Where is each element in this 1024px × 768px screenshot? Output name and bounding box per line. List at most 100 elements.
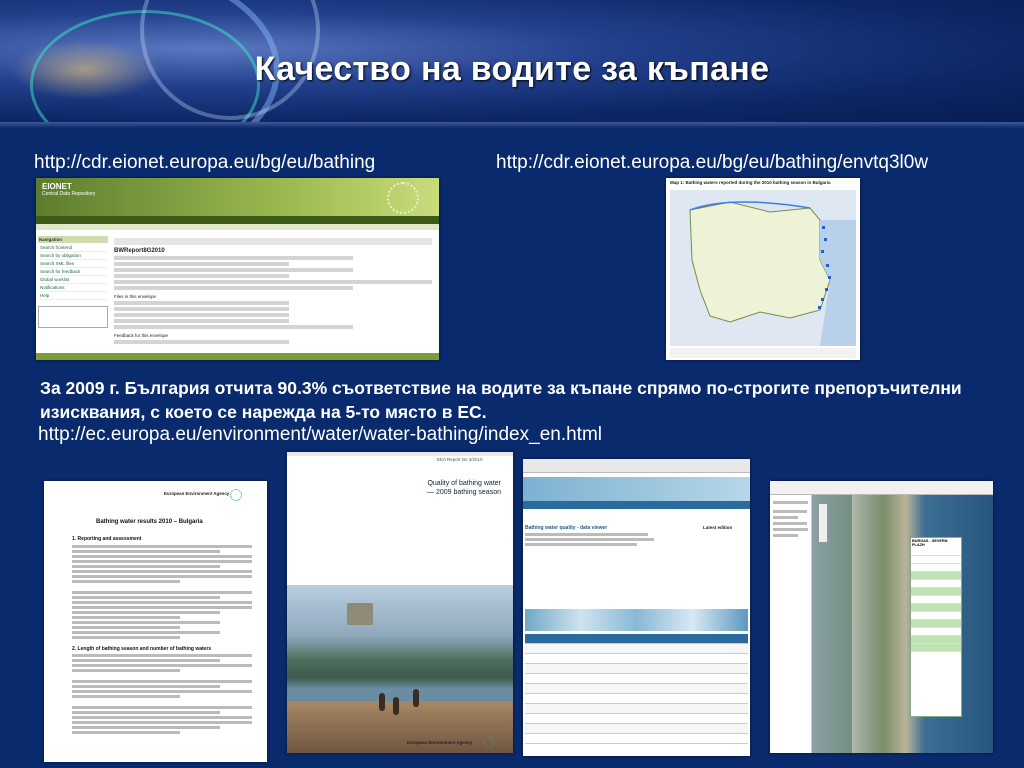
nav-item[interactable]: Notifications [38, 284, 108, 292]
text-line [72, 690, 252, 693]
nav-item[interactable]: Search for feedback [38, 268, 108, 276]
popup-row [911, 588, 961, 596]
cover-title-line1: Quality of bathing water [427, 480, 501, 487]
text-line [72, 659, 220, 662]
child-figure [393, 697, 399, 715]
text-line [114, 325, 353, 329]
table-row[interactable] [525, 714, 748, 724]
eionet-brand: EIONET [42, 182, 72, 191]
nav-heading: Navigation [38, 236, 108, 243]
text-line [72, 716, 252, 719]
table-header [525, 634, 748, 644]
text-line [72, 654, 252, 657]
agency-label: European Environment Agency [164, 491, 230, 496]
text-line [114, 280, 432, 284]
text-line [72, 595, 220, 599]
nav-item[interactable]: Search by obligation [38, 252, 108, 260]
text-line [773, 510, 807, 513]
popup-row [911, 596, 961, 604]
latest-edition-label: Latest edition [703, 525, 733, 530]
text-line [72, 664, 252, 667]
text-line [525, 543, 637, 546]
text-line [72, 610, 220, 614]
nav-item[interactable]: Search XML files [38, 260, 108, 268]
link-cdr-envelope[interactable]: http://cdr.eionet.europa.eu/bg/eu/bathin… [496, 152, 928, 174]
text-line [72, 569, 252, 573]
maps-sidebar [770, 495, 812, 753]
table-row[interactable] [525, 734, 748, 744]
bathing-website-screenshot: Bathing water quality - data viewer Late… [523, 459, 750, 756]
text-line [72, 559, 252, 563]
table-row[interactable] [525, 684, 748, 694]
text-line [72, 579, 180, 583]
table-row[interactable] [525, 664, 748, 674]
eionet-logo-icon [387, 182, 419, 214]
zoom-control[interactable] [818, 503, 828, 543]
eea-report-cover: EEA Report No 3/2010 Quality of bathing … [287, 452, 513, 753]
beach-info-popup: BURGAS - SEVERN PLAZH [910, 537, 962, 717]
eea-logo-icon [483, 737, 494, 748]
section-heading: 2. Length of bathing season and number o… [72, 645, 212, 652]
file-row [114, 307, 289, 311]
browser-toolbar [770, 481, 993, 495]
text-line [72, 625, 180, 629]
text-line [72, 669, 180, 672]
cover-title-line2: — 2009 bathing season [427, 489, 501, 496]
text-line [72, 620, 220, 624]
eionet-topnav [36, 216, 439, 224]
text-line [72, 726, 220, 729]
browser-toolbar [523, 459, 750, 473]
text-line [114, 340, 289, 344]
feedback-heading: Feedback for this envelope [114, 333, 169, 338]
table-row[interactable] [525, 644, 748, 654]
table-row[interactable] [525, 694, 748, 704]
section-heading: 1. Reporting and assessment [72, 536, 142, 542]
eionet-screenshot: EIONET Central Data Repository Navigatio… [36, 178, 439, 360]
text-line [72, 695, 180, 698]
eea-logo-icon [230, 489, 242, 501]
popup-row [911, 556, 961, 564]
site-body: Bathing water quality - data viewer Late… [525, 525, 748, 548]
map-area [670, 190, 856, 346]
text-line [525, 533, 648, 536]
eionet-header: EIONET Central Data Repository [36, 178, 439, 216]
text-line [114, 268, 353, 272]
text-line [114, 256, 353, 260]
link-ec-bathing[interactable]: http://ec.europa.eu/environment/water/wa… [38, 424, 602, 446]
nav-item[interactable]: Global worklist [38, 276, 108, 284]
text-line [72, 605, 252, 609]
cover-agency: European Environment Agency [407, 740, 473, 745]
table-row[interactable] [525, 724, 748, 734]
table-row[interactable] [525, 674, 748, 684]
compliance-note: За 2009 г. България отчита 90.3% съответ… [40, 378, 962, 422]
bulgaria-map-icon [670, 190, 856, 346]
popup-row [911, 604, 961, 612]
text-line [72, 590, 252, 594]
text-line [525, 538, 655, 541]
text-line [72, 731, 180, 734]
header-divider [0, 122, 1024, 128]
eionet-footer [36, 353, 439, 360]
cover-photo [287, 585, 513, 753]
text-line [773, 534, 798, 537]
link-cdr-bathing[interactable]: http://cdr.eionet.europa.eu/bg/eu/bathin… [34, 152, 375, 174]
file-row [114, 301, 289, 305]
popup-row [911, 548, 961, 556]
text-line [72, 564, 220, 568]
bulgaria-map-screenshot: Map 1: Bathing waters reported during th… [666, 178, 860, 360]
nav-item[interactable]: Help [38, 292, 108, 300]
table-row[interactable] [525, 654, 748, 664]
popup-row [911, 564, 961, 572]
satellite-view[interactable] [812, 495, 993, 753]
slide-title: Качество на водите за къпане [254, 50, 770, 88]
nav-item[interactable]: Search frontend [38, 244, 108, 252]
child-figure [413, 689, 419, 707]
text-line [72, 615, 180, 619]
coastline [852, 495, 882, 753]
text-line [72, 711, 220, 714]
envelope-title: BWReport8G2010 [114, 248, 165, 254]
envelope-panel: BWReport8G2010 Files in this envelope Fe… [114, 238, 432, 346]
text-line [773, 501, 808, 504]
table-row[interactable] [525, 704, 748, 714]
text-line [72, 706, 252, 709]
